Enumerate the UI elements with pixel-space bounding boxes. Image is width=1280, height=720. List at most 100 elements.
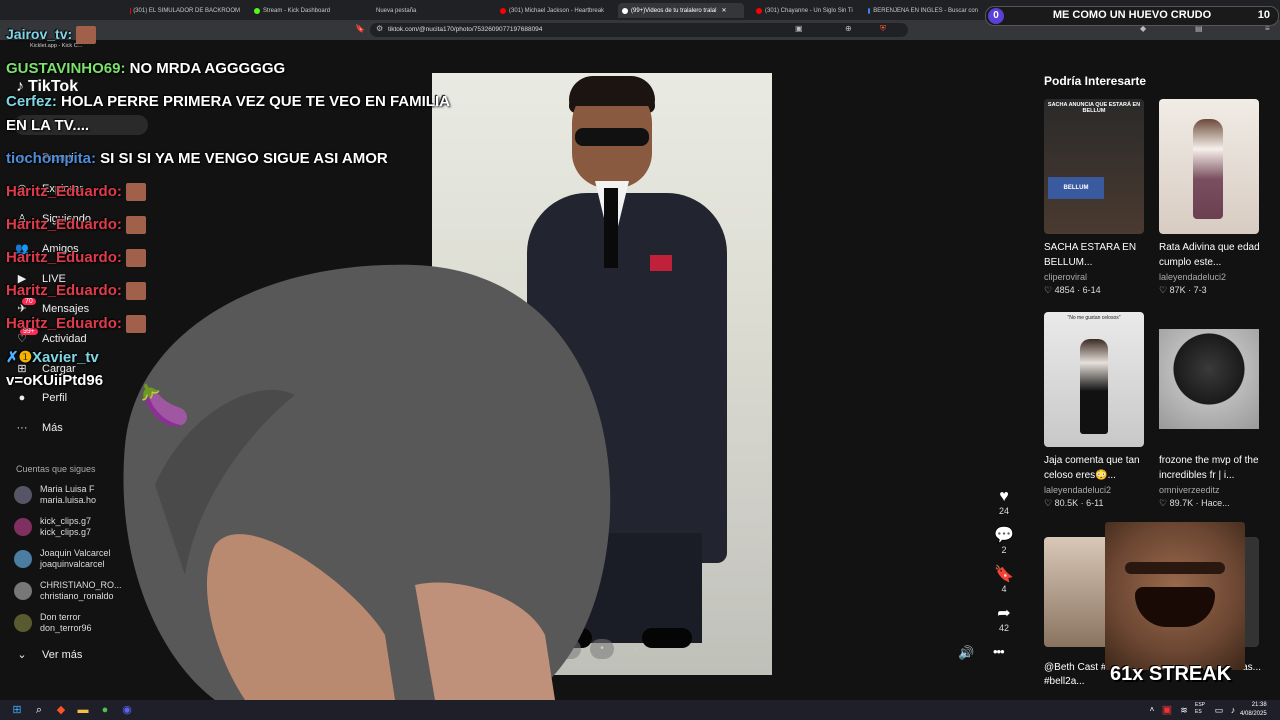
site-info-icon[interactable]: ⚙ (376, 24, 383, 33)
browser-tab-active[interactable]: (99+)Videos de tu tralalero tralal ✕ (618, 3, 744, 18)
recommended-card[interactable]: frozone the mvp of the incredibles fr | … (1159, 312, 1261, 509)
following-account[interactable]: Don terror don_terror96 (14, 612, 92, 634)
heart-icon: ♥ (999, 488, 1009, 505)
card-thumbnail: SACHA ANUNCIA QUE ESTARÁ EN BELLUM BELLU… (1044, 99, 1144, 234)
more-options-icon[interactable]: ••• (993, 644, 1005, 659)
chat-message: Jairov_tv: (6, 26, 97, 45)
card-thumbnail (1159, 312, 1259, 447)
network-icon[interactable]: ▭ (1212, 703, 1226, 717)
app-icon[interactable]: ● (98, 703, 112, 717)
volume-icon[interactable]: 🔊 (958, 645, 974, 661)
chat-message: Haritz_Eduardo: (6, 249, 147, 268)
bellum-badge: BELLUM (1048, 177, 1104, 199)
stream-goal-bar: 0 ME COMO UN HUEVO CRUDO 10 (985, 6, 1279, 26)
clock[interactable]: 21:38 4/08/2025 (1240, 701, 1267, 719)
streak-meme-image (1105, 522, 1245, 670)
url-field[interactable]: tiktok.com/@nucita170/photo/753260907719… (370, 23, 908, 37)
following-title: Cuentas que sigues (16, 464, 96, 474)
reader-icon[interactable]: ▣ (795, 24, 803, 33)
avatar (14, 550, 32, 568)
like-button[interactable]: ♥ 24 (990, 488, 1018, 516)
browser-tab[interactable]: BERENJENA EN INGLES - Buscar con (868, 3, 978, 18)
chat-message-continuation: EN LA TV.... (6, 117, 90, 134)
nav-item-perfil[interactable]: ● Perfil (14, 392, 67, 404)
tiktok-icon (622, 7, 628, 14)
browser-tab[interactable]: (301) Chayanne - Un Siglo Sin Ti (756, 3, 856, 18)
emote-icon (76, 26, 97, 45)
avatar (14, 486, 32, 504)
streamer-webcam (123, 264, 611, 700)
card-thumbnail: "No me gustan celosos" (1044, 312, 1144, 447)
browser-tab[interactable]: (301) EL SIMULADOR DE BACKROOM (130, 3, 240, 18)
photo-subject-pocket-square (650, 255, 672, 271)
avatar (14, 518, 32, 536)
recommended-card[interactable]: SACHA ANUNCIA QUE ESTARÁ EN BELLUM BELLU… (1044, 99, 1146, 296)
photo-subject-hairline (569, 76, 655, 106)
photo-subject-sunglasses (575, 128, 649, 146)
eggplant-emoji: 🍆 (140, 384, 190, 428)
wifi-icon[interactable]: ≋ (1177, 703, 1191, 717)
emote-icon (126, 249, 147, 268)
heart-outline-icon: ♡ (1044, 285, 1053, 295)
heart-outline-icon: ♡ (1044, 498, 1053, 508)
chat-message-continuation: v=oKUiiPtd96 (6, 372, 104, 389)
heart-outline-icon: ♡ (1159, 285, 1168, 295)
chat-message: Haritz_Eduardo: (6, 216, 147, 235)
recommended-card[interactable]: Rata Adivina que edad cumplo este... lal… (1159, 99, 1261, 296)
brave-shield-icon[interactable]: ⛨ (880, 24, 886, 34)
youtube-icon (756, 7, 762, 14)
more-icon: ··· (16, 422, 28, 434)
avatar (14, 614, 32, 632)
photo-subject-shoe (642, 628, 692, 648)
goal-count-right: 10 (1257, 9, 1270, 21)
recommendations-title: Podría Interesarte (1044, 74, 1147, 88)
windows-start-icon[interactable]: ⊞ (10, 703, 24, 717)
language-indicator[interactable]: ESP ES (1195, 702, 1205, 716)
tray-app-icon[interactable]: ▣ (1160, 703, 1174, 717)
card-thumbnail (1159, 99, 1259, 234)
emote-icon (126, 183, 147, 202)
comment-icon: 💬 (994, 527, 1014, 544)
comment-button[interactable]: 💬 2 (990, 527, 1018, 555)
close-tab-icon[interactable]: ✕ (721, 7, 726, 14)
chevron-down-icon: ⌄ (17, 649, 27, 661)
share-button[interactable]: ➦ 42 (990, 605, 1018, 633)
chat-message: Cerfez: HOLA PERRE PRIMERA VEZ QUE TE VE… (6, 93, 450, 110)
badge-icon: ✗ (6, 349, 19, 366)
see-more-button[interactable]: ⌄ Ver más (14, 648, 82, 662)
nav-item-mas[interactable]: ··· Más (14, 422, 63, 434)
chat-message: GUSTAVINHO69: NO MRDA AGGGGGG (6, 60, 286, 77)
search-icon[interactable]: ⌕ (32, 703, 46, 717)
chat-message: Haritz_Eduardo: (6, 315, 147, 334)
save-button[interactable]: 🔖 4 (990, 566, 1018, 594)
browser-tab[interactable]: (301) Michael Jackson - Heartbreak (500, 3, 610, 18)
kicklet-watermark: Kicklet.app - Kick C... (30, 43, 83, 49)
chat-message: Haritz_Eduardo: (6, 282, 147, 301)
bookmark-icon: 🔖 (994, 566, 1014, 583)
discord-icon[interactable]: ◉ (120, 703, 134, 717)
avatar (14, 582, 32, 600)
folder-icon[interactable]: ▬ (76, 703, 90, 717)
profile-icon: ● (18, 392, 26, 404)
following-account[interactable]: kick_clips.g7 kick_clips.g7 (14, 516, 91, 538)
windows-taskbar: ⊞ ⌕ ◆ ▬ ● ◉ ˄ ▣ ≋ ESP ES ▭ ♪ 21:38 4/08/2… (0, 700, 1280, 720)
brave-icon[interactable]: ◆ (54, 703, 68, 717)
chevron-up-icon[interactable]: ˄ (1145, 703, 1159, 717)
chat-message: Haritz_Eduardo: (6, 183, 147, 202)
goal-label: ME COMO UN HUEVO CRUDO (1052, 9, 1212, 21)
emote-icon (126, 282, 147, 301)
chat-message: ✗❶Xavier_tv (6, 349, 99, 366)
zoom-icon[interactable]: ⊕ (845, 24, 852, 33)
following-account[interactable]: Maria Luisa Fmaria.luisa.ho (14, 484, 96, 506)
share-icon: ➦ (997, 605, 1011, 622)
chat-message: tiochompita: SI SI SI YA ME VENGO SIGUE … (6, 150, 388, 167)
recommended-card[interactable]: "No me gustan celosos" Jaja comenta que … (1044, 312, 1146, 509)
volume-icon[interactable]: ♪ (1226, 703, 1240, 717)
bookmark-icon[interactable]: 🔖 (355, 24, 365, 33)
google-icon (868, 7, 871, 14)
browser-tab[interactable]: Stream - Kick Dashboard (254, 3, 364, 18)
browser-tab[interactable]: Nueva pestaña (376, 3, 486, 18)
emote-icon (126, 315, 147, 334)
heart-outline-icon: ♡ (1159, 498, 1168, 508)
emote-icon (126, 216, 147, 235)
